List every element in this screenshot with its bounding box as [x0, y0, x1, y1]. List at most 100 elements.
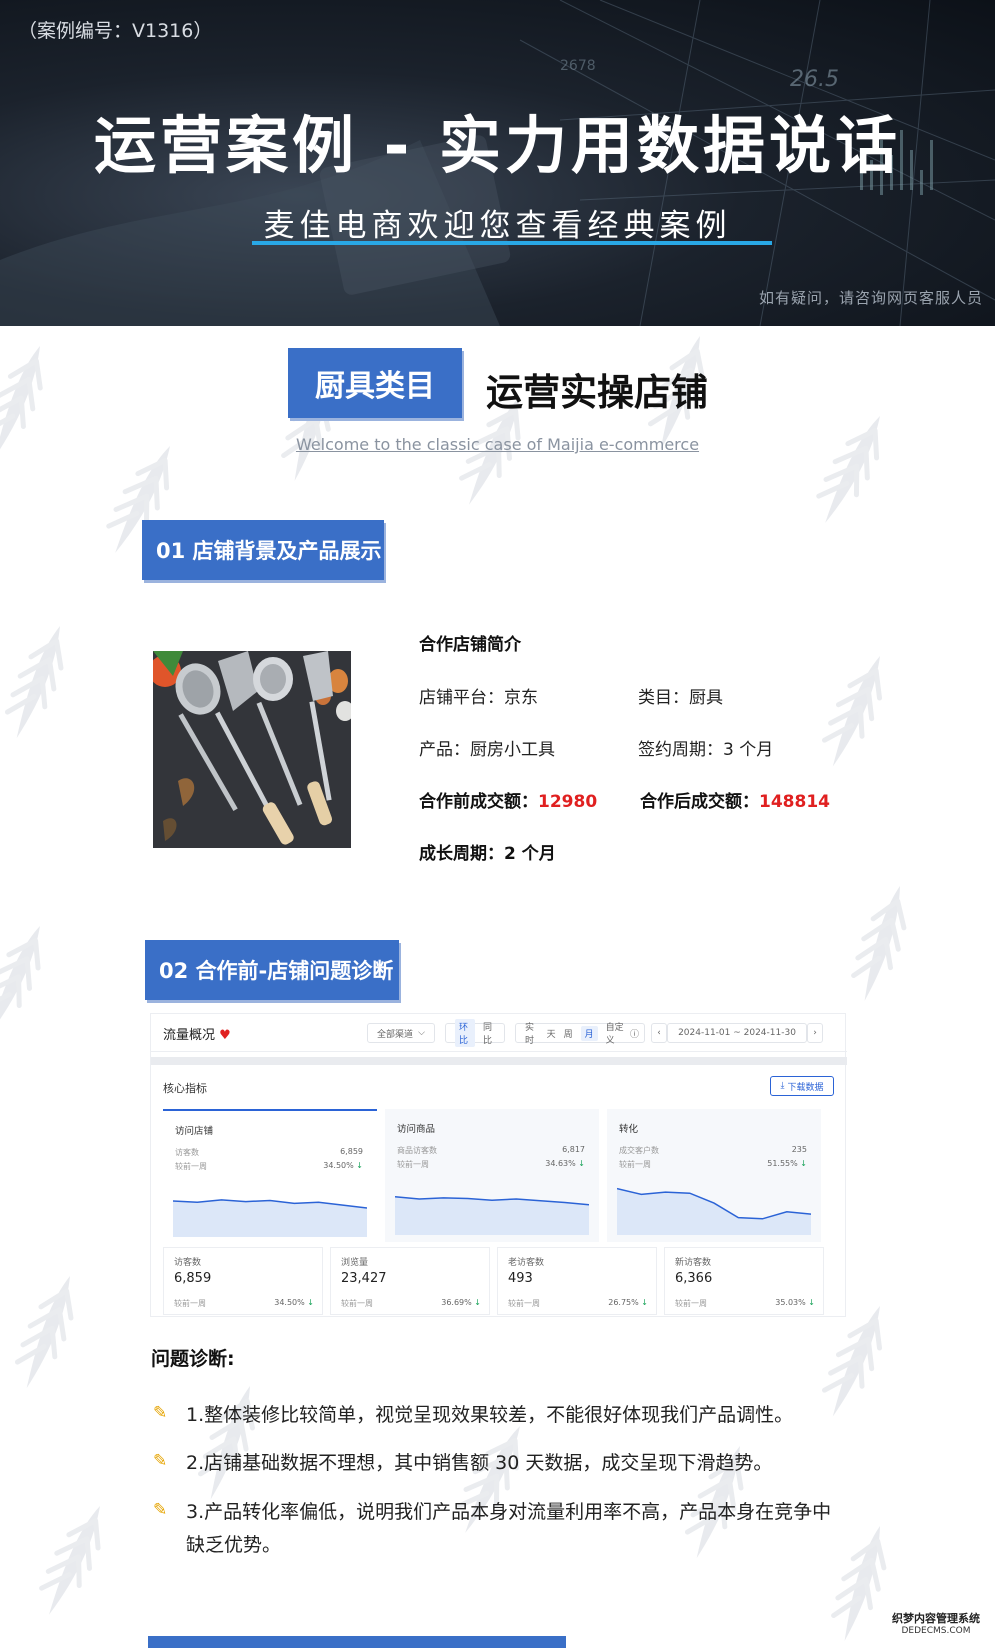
section-heading-store-background: 01 店铺背景及产品展示 — [142, 520, 384, 580]
stat-value: 6,366 — [675, 1271, 713, 1286]
stat-compare-label: 较前一周 — [174, 1299, 206, 1308]
revenue-before: 合作前成交额：12980 — [419, 787, 597, 812]
stat-compare-label: 较前一周 — [341, 1299, 373, 1308]
down-arrow-icon: ↓ — [641, 1298, 648, 1307]
diagnosis-item: 1.整体装修比较简单，视觉呈现效果较差，不能很好体现我们产品调性。 — [186, 1404, 794, 1426]
core-metrics-label: 核心指标 — [163, 1082, 207, 1095]
down-arrow-icon: ↓ — [578, 1159, 585, 1168]
panel-sparkline — [617, 1187, 811, 1235]
period-week[interactable]: 周 — [564, 1027, 573, 1040]
stat-label: 浏览量 — [341, 1258, 369, 1268]
heart-icon: ♥ — [219, 1028, 231, 1043]
stat-compare-value: 35.03% ↓ — [775, 1298, 815, 1307]
download-data-button[interactable]: ⤓ 下载数据 — [770, 1076, 834, 1096]
panel-compare-value: 51.55% ↓ — [767, 1159, 807, 1168]
panel-compare-value: 34.50% ↓ — [323, 1161, 363, 1170]
download-data-label: 下载数据 — [787, 1082, 824, 1093]
panel-compare-label: 较前一周 — [175, 1162, 207, 1171]
compare-yoy-option[interactable]: 同比 — [483, 1020, 495, 1046]
panel-metric-label: 成交客户数 — [619, 1146, 659, 1155]
next-period-button[interactable]: › — [807, 1023, 823, 1043]
sparkline-area — [617, 1188, 811, 1235]
channel-select[interactable]: 全部渠道 ⌵ — [367, 1023, 435, 1043]
panel-metric-label: 商品访客数 — [397, 1146, 437, 1155]
site-watermark: 织梦内容管理系统 DEDECMS.COM — [883, 1612, 989, 1638]
stat-compare-value: 36.69% ↓ — [441, 1298, 481, 1307]
period-selector[interactable]: 实时 天 周 月 自定义 ⓘ — [515, 1020, 645, 1046]
date-range[interactable]: 2024-11-01 ~ 2024-11-30 — [667, 1023, 807, 1043]
stat-pct: 26.75% — [608, 1298, 639, 1307]
down-arrow-icon: ↓ — [356, 1161, 363, 1170]
page-content: 厨具类目 运营实操店铺 Welcome to the classic case … — [0, 0, 995, 1648]
panel-compare-label: 较前一周 — [619, 1160, 651, 1169]
down-arrow-icon: ↓ — [474, 1298, 481, 1307]
dashboard-toolbar: 流量概况 ♥ 全部渠道 ⌵ 环比 同比 实时 天 周 月 自定义 ⓘ ‹ 2024-1… — [151, 1014, 847, 1052]
panel-store-visits[interactable]: 访问店铺 访客数 6,859 较前一周 34.50% ↓ — [163, 1109, 377, 1242]
stat-label: 老访客数 — [508, 1258, 545, 1268]
stat-card-returning-visitors: 老访客数 493 较前一周 26.75% ↓ — [497, 1247, 657, 1315]
stat-compare-value: 26.75% ↓ — [608, 1298, 648, 1307]
panel-metric-label: 访客数 — [175, 1148, 199, 1157]
compare-toggle[interactable]: 环比 同比 — [445, 1019, 505, 1047]
kitchen-utensils-image — [153, 651, 351, 848]
down-arrow-icon: ↓ — [307, 1298, 314, 1307]
period-month[interactable]: 月 — [580, 1025, 598, 1041]
stat-pct: 34.50% — [274, 1298, 305, 1307]
panel-metric-value: 6,817 — [562, 1145, 585, 1154]
stat-compare-label: 较前一周 — [508, 1299, 540, 1308]
divider-bar — [151, 1057, 847, 1065]
dashboard-title-text: 流量概况 — [163, 1028, 216, 1043]
channel-select-value: 全部渠道 — [377, 1029, 414, 1040]
diagnosis-item: 2.店铺基础数据不理想，其中销售额 30 天数据，成交呈现下滑趋势。 — [186, 1452, 773, 1474]
section-heading-diagnosis: 02 合作前-店铺问题诊断 — [145, 940, 399, 1000]
traffic-dashboard-screenshot: 流量概况 ♥ 全部渠道 ⌵ 环比 同比 实时 天 周 月 自定义 ⓘ ‹ 2024-1… — [150, 1013, 847, 1317]
stat-label: 新访客数 — [675, 1258, 712, 1268]
panel-conversion[interactable]: 转化 成交客户数 235 较前一周 51.55% ↓ — [607, 1109, 821, 1242]
compare-mom-option[interactable]: 环比 — [455, 1019, 475, 1047]
panel-compare-pct: 51.55% — [767, 1159, 798, 1168]
category-badge: 厨具类目 — [288, 348, 462, 418]
diagnosis-title: 问题诊断: — [151, 1348, 235, 1370]
contract-period: 签约周期：3 个月 — [638, 740, 774, 760]
pencil-icon: ✎ — [153, 1500, 168, 1520]
pencil-icon: ✎ — [153, 1451, 168, 1471]
stat-pct: 36.69% — [441, 1298, 472, 1307]
period-day[interactable]: 天 — [547, 1027, 556, 1040]
stat-card-pageviews: 浏览量 23,427 较前一周 36.69% ↓ — [330, 1247, 490, 1315]
panel-product-visits[interactable]: 访问商品 商品访客数 6,817 较前一周 34.63% ↓ — [385, 1109, 599, 1242]
store-platform: 店铺平台：京东 — [419, 688, 538, 708]
sparkline-area — [173, 1199, 367, 1237]
period-custom[interactable]: 自定义 — [606, 1020, 626, 1046]
prev-period-button[interactable]: ‹ — [651, 1023, 667, 1043]
stat-label: 访客数 — [174, 1258, 202, 1268]
chevron-down-icon: ⌵ — [418, 1028, 425, 1038]
revenue-after: 合作后成交额：148814 — [640, 787, 830, 812]
down-arrow-icon: ↓ — [800, 1159, 807, 1168]
panel-sparkline — [173, 1199, 367, 1237]
panel-compare-value: 34.63% ↓ — [545, 1159, 585, 1168]
stat-card-new-visitors: 新访客数 6,366 较前一周 35.03% ↓ — [664, 1247, 824, 1315]
period-realtime[interactable]: 实时 — [525, 1020, 539, 1046]
panel-title: 访问店铺 — [175, 1126, 214, 1137]
revenue-after-label: 合作后成交额： — [640, 792, 759, 812]
store-intro-heading: 合作店铺简介 — [419, 635, 521, 655]
pencil-icon: ✎ — [153, 1403, 168, 1423]
store-category: 类目：厨具 — [638, 688, 723, 708]
stat-compare-value: 34.50% ↓ — [274, 1298, 314, 1307]
watermark-line2: DEDECMS.COM — [901, 1626, 971, 1636]
panel-compare-pct: 34.63% — [545, 1159, 576, 1168]
category-title: 运营实操店铺 — [486, 371, 708, 414]
info-icon: ⓘ — [629, 1029, 639, 1040]
revenue-after-value: 148814 — [759, 792, 830, 812]
panel-metric-value: 6,859 — [340, 1147, 363, 1156]
stat-value: 6,859 — [174, 1271, 212, 1286]
welcome-tagline: Welcome to the classic case of Maijia e-… — [295, 435, 700, 454]
revenue-before-value: 12980 — [538, 792, 598, 812]
stat-card-visitors: 访客数 6,859 较前一周 34.50% ↓ — [163, 1247, 323, 1315]
stat-pct: 35.03% — [775, 1298, 806, 1307]
stat-value: 23,427 — [341, 1271, 387, 1286]
panel-sparkline — [395, 1195, 589, 1235]
chevron-left-icon: ‹ — [657, 1028, 661, 1038]
panel-title: 访问商品 — [397, 1124, 436, 1135]
chevron-right-icon: › — [813, 1028, 817, 1038]
